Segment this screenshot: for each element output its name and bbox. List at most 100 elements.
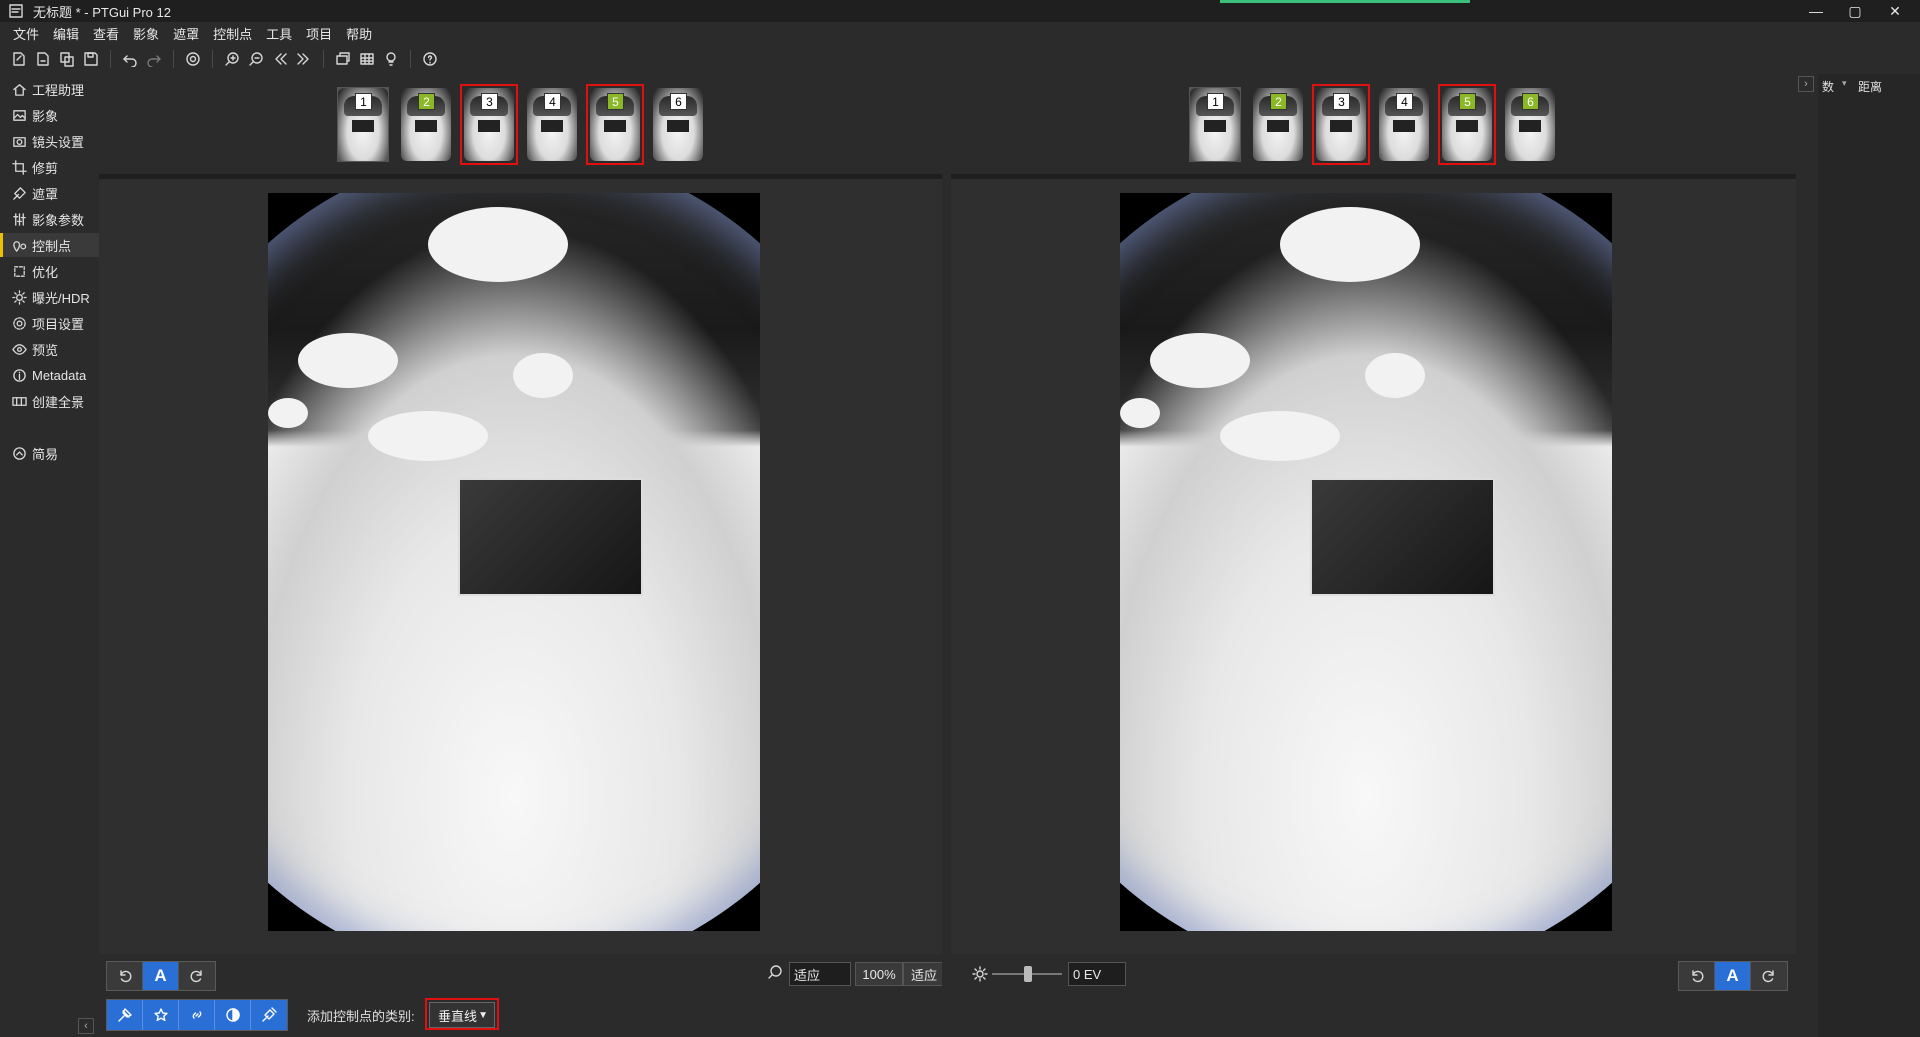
open-icon[interactable] (32, 48, 54, 70)
eyedropper-icon[interactable] (251, 1000, 287, 1030)
right-bottom-controls: 0 EV A (942, 954, 1818, 1037)
menu-help[interactable]: 帮助 (339, 24, 379, 43)
thumbnail-4[interactable]: 4 (1378, 87, 1430, 162)
toolbar (0, 44, 1920, 74)
exposure-slider-thumb[interactable] (1024, 966, 1032, 982)
thumbnail-2[interactable]: 2 (400, 87, 452, 162)
menu-view[interactable]: 查看 (86, 24, 126, 43)
thumbnail-5[interactable]: 5 (586, 84, 644, 165)
thumbnail-number: 4 (544, 93, 561, 110)
rotate-right-button[interactable] (179, 962, 215, 990)
title-bar: 无标题 * - PTGui Pro 12 — ▢ ✕ (0, 0, 1920, 22)
zoom-100-button[interactable]: 100% (855, 962, 903, 986)
sidebar-item-images[interactable]: 影象 (0, 103, 99, 127)
zoom-out-icon[interactable] (245, 48, 267, 70)
light-bulb-icon[interactable] (380, 48, 402, 70)
sidebar-item-control-points[interactable]: 控制点 (0, 233, 99, 257)
thumbnail-4[interactable]: 4 (526, 87, 578, 162)
sidebar-item-project-settings[interactable]: 项目设置 (0, 311, 99, 335)
menu-file[interactable]: 文件 (6, 24, 46, 43)
accent-line (1220, 0, 1470, 3)
right-dock-panel: › 数 ▾ 距离 (1798, 74, 1920, 1037)
ev-field[interactable]: 0 EV (1068, 962, 1126, 986)
menu-project[interactable]: 项目 (299, 24, 339, 43)
close-button[interactable]: ✕ (1872, 0, 1918, 22)
sort-down-icon: ▾ (1842, 78, 1847, 88)
panorama-editor-icon[interactable] (332, 48, 354, 70)
thumbnail-3[interactable]: 3 (460, 84, 518, 165)
thumbnail-1[interactable]: 1 (337, 87, 389, 162)
sidebar-item-preview[interactable]: 预览 (0, 337, 99, 361)
dock-column-distance[interactable]: 距离 (1858, 78, 1882, 95)
settings-icon[interactable] (182, 48, 204, 70)
zoom-fit-button[interactable]: 适应 (903, 962, 945, 986)
sidebar-item-image-parameters[interactable]: 影象参数 (0, 207, 99, 231)
toolbar-separator (110, 50, 111, 68)
sidebar-item-create-panorama[interactable]: 创建全景 (0, 389, 99, 413)
left-thumbnail-strip: 1 2 3 4 5 6 (99, 74, 942, 174)
new-project-icon[interactable] (8, 48, 30, 70)
cp-type-select[interactable]: 垂直线 ▼ (429, 1002, 495, 1028)
table-icon[interactable] (356, 48, 378, 70)
next-icon[interactable] (293, 48, 315, 70)
sidebar-item-mask[interactable]: 遮罩 (0, 181, 99, 205)
menu-images[interactable]: 影象 (126, 24, 166, 43)
thumbnail-6[interactable]: 6 (652, 87, 704, 162)
cp-type-value: 垂直线 (438, 1008, 478, 1024)
pin-icon[interactable] (107, 1000, 143, 1030)
thumbnail-5[interactable]: 5 (1438, 84, 1496, 165)
sidebar-simple-toggle[interactable]: 简易 (0, 441, 99, 465)
redo-icon[interactable] (143, 48, 165, 70)
left-image-viewer[interactable] (99, 179, 942, 954)
sidebar-item-label: 曝光/HDR (32, 290, 90, 306)
rotate-left-button[interactable] (1679, 962, 1715, 990)
zoom-fit-field[interactable]: 适应 (789, 962, 851, 986)
brightness-icon (972, 966, 988, 985)
undo-icon[interactable] (119, 48, 141, 70)
previous-icon[interactable] (269, 48, 291, 70)
left-fisheye-image[interactable] (268, 193, 760, 931)
thumbnail-2[interactable]: 2 (1252, 87, 1304, 162)
sliders-icon (13, 212, 26, 226)
rotate-left-button[interactable] (107, 962, 143, 990)
rotate-right-button[interactable] (1751, 962, 1787, 990)
auto-button[interactable]: A (1715, 962, 1751, 990)
expand-dock-button[interactable]: › (1798, 76, 1814, 92)
collapse-sidebar-button[interactable]: ‹ (78, 1018, 94, 1034)
right-fisheye-image[interactable] (1120, 193, 1612, 931)
thumbnail-1[interactable]: 1 (1189, 87, 1241, 162)
thumbnail-6[interactable]: 6 (1504, 87, 1556, 162)
menu-mask[interactable]: 遮罩 (166, 24, 206, 43)
link-icon[interactable] (179, 1000, 215, 1030)
window-title: 无标题 * - PTGui Pro 12 (33, 5, 171, 20)
sidebar-item-lens-settings[interactable]: 镜头设置 (0, 129, 99, 153)
save-icon[interactable] (80, 48, 102, 70)
sidebar-item-label: 控制点 (32, 238, 72, 254)
dock-column-number[interactable]: 数 (1822, 78, 1834, 95)
zoom-in-icon[interactable] (221, 48, 243, 70)
help-icon[interactable] (419, 48, 441, 70)
cp-type-label: 添加控制点的类别: (307, 1009, 415, 1024)
thumbnail-number: 6 (670, 93, 687, 110)
right-image-viewer[interactable] (951, 179, 1796, 954)
thumbnail-3[interactable]: 3 (1312, 84, 1370, 165)
toolbar-separator (323, 50, 324, 68)
contrast-icon[interactable] (215, 1000, 251, 1030)
star-icon[interactable] (143, 1000, 179, 1030)
menu-tools[interactable]: 工具 (259, 24, 299, 43)
chevron-down-icon: ▼ (478, 1009, 488, 1021)
sidebar-item-project-assistant[interactable]: 工程助理 (0, 77, 99, 101)
auto-button[interactable]: A (143, 962, 179, 990)
menu-control-points[interactable]: 控制点 (206, 24, 259, 43)
sidebar-item-exposure-hdr[interactable]: 曝光/HDR (0, 285, 99, 309)
camera-icon (13, 136, 26, 147)
menu-edit[interactable]: 编辑 (46, 24, 86, 43)
menu-bar: 文件 编辑 查看 影象 遮罩 控制点 工具 项目 帮助 (0, 22, 1920, 44)
sidebar-item-metadata[interactable]: Metadata (0, 363, 99, 387)
thumbnail-number: 3 (481, 93, 498, 110)
sidebar-item-optimize[interactable]: 优化 (0, 259, 99, 283)
sidebar-item-crop[interactable]: 修剪 (0, 155, 99, 179)
thumbnail-number: 5 (1459, 93, 1476, 110)
thumbnail-number: 2 (1270, 93, 1287, 110)
duplicate-icon[interactable] (56, 48, 78, 70)
